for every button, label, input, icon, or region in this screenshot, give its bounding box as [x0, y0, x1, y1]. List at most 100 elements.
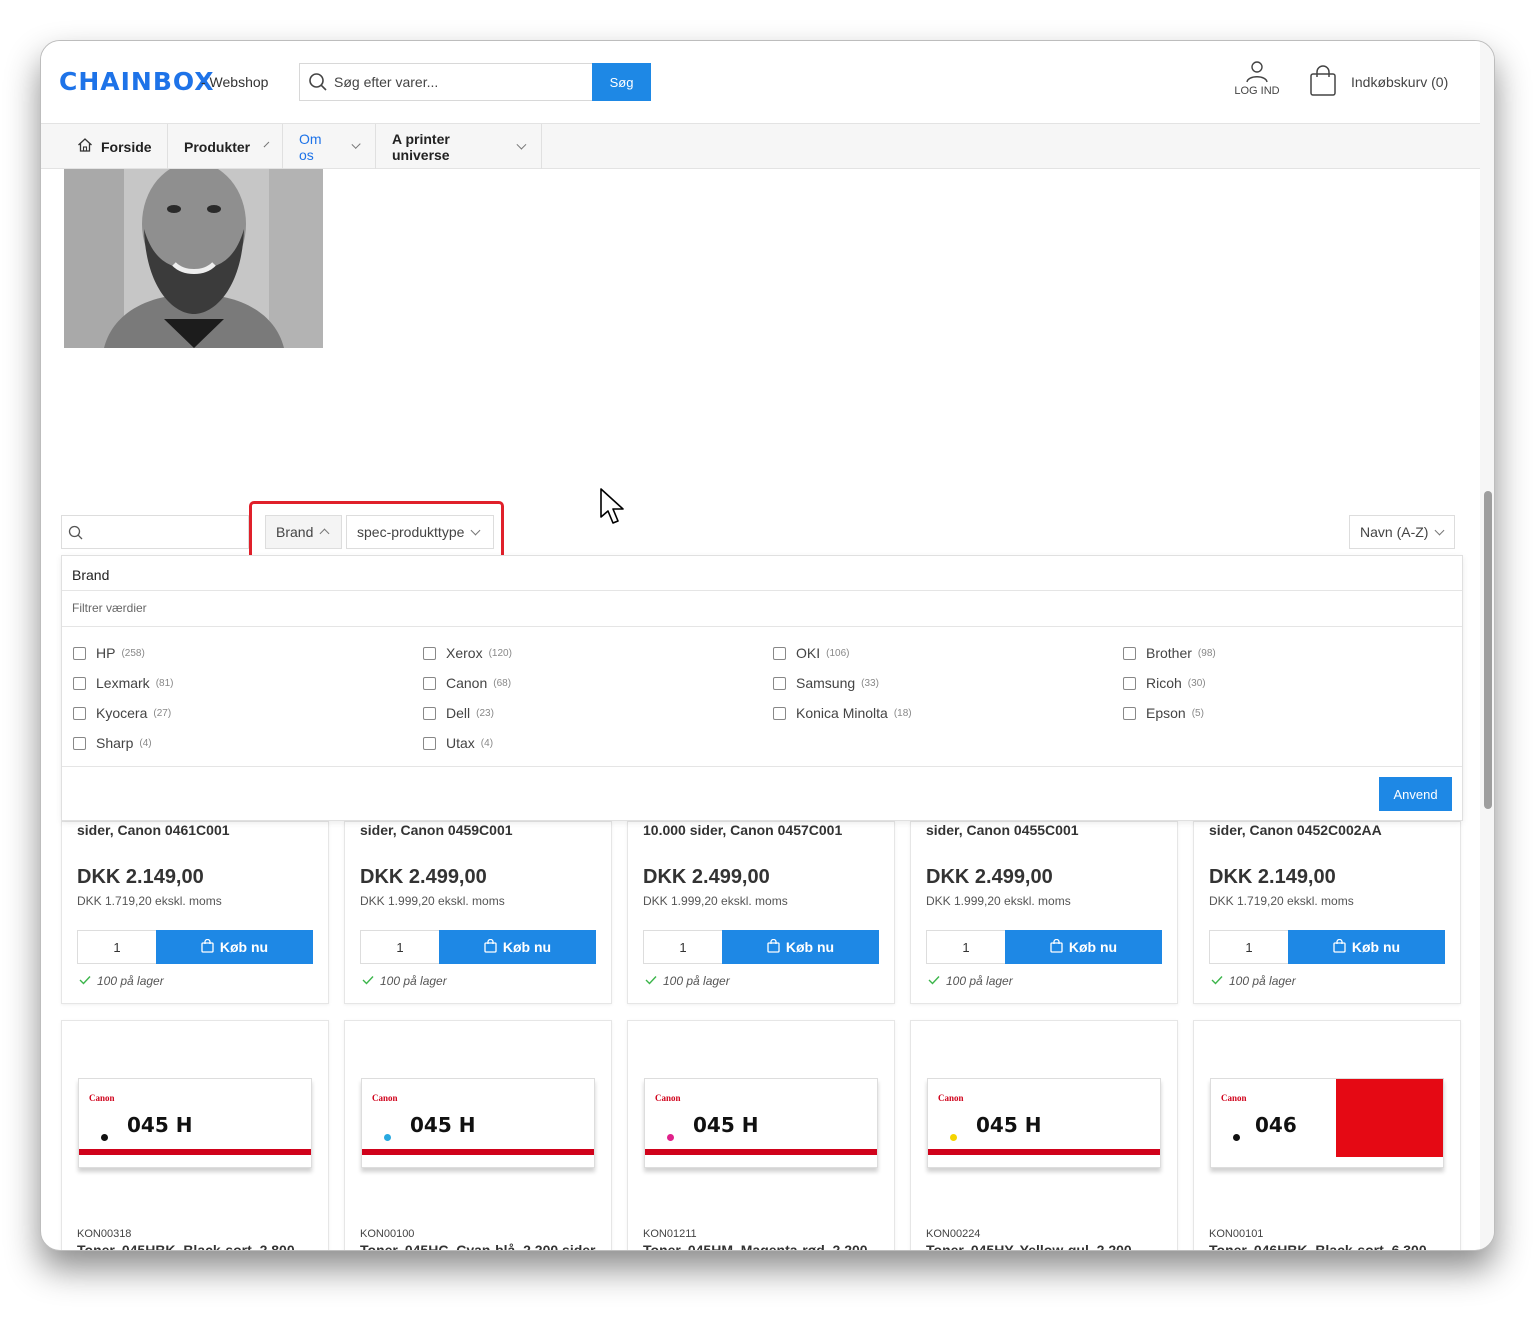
- product-price: DKK 2.499,00: [643, 866, 770, 888]
- checkbox[interactable]: [773, 676, 786, 690]
- color-dot: [667, 1134, 674, 1141]
- product-image[interactable]: Canon 045 H: [644, 1078, 878, 1168]
- product-filter-search[interactable]: [61, 515, 249, 549]
- quantity-input[interactable]: [926, 930, 1006, 964]
- checkbox[interactable]: [73, 676, 86, 690]
- search-input[interactable]: [334, 70, 584, 94]
- brand-filter-input[interactable]: [62, 590, 1462, 626]
- brand-option-sharp[interactable]: Sharp (4): [73, 735, 152, 751]
- checkbox[interactable]: [73, 646, 86, 660]
- sort-dropdown[interactable]: Navn (A-Z): [1349, 515, 1455, 549]
- stock-status: 100 på lager: [928, 974, 1013, 988]
- product-card: Canon 045 H KON00100 Toner, 045HC, Cyan-…: [344, 1020, 612, 1250]
- stock-label: 100 på lager: [946, 974, 1013, 988]
- product-name[interactable]: sider, Canon 0455C001: [926, 822, 1079, 838]
- brand-option-brother[interactable]: Brother (98): [1123, 645, 1216, 661]
- option-label: Samsung: [796, 675, 856, 691]
- option-count: (33): [861, 677, 879, 689]
- buy-now-button[interactable]: Køb nu: [1288, 930, 1445, 964]
- cart-link[interactable]: Indkøbskurv (0): [1309, 64, 1448, 99]
- webshop-tagline: - Webshop: [201, 74, 269, 90]
- brand-option-oki[interactable]: OKI (106): [773, 645, 849, 661]
- buy-now-button[interactable]: Køb nu: [156, 930, 313, 964]
- apply-button[interactable]: Anvend: [1379, 777, 1452, 811]
- chevron-down-icon: [516, 139, 527, 150]
- product-image[interactable]: Canon 045 H: [927, 1078, 1161, 1168]
- brand-option-lexmark[interactable]: Lexmark (81): [73, 675, 173, 691]
- quantity-input[interactable]: [360, 930, 440, 964]
- shopping-bag-icon: [484, 938, 497, 956]
- shopping-bag-icon: [1050, 938, 1063, 956]
- product-name[interactable]: sider, Canon 0461C001: [77, 822, 230, 838]
- option-label: Canon: [446, 675, 488, 691]
- quantity-input[interactable]: [77, 930, 157, 964]
- divider: [62, 626, 1462, 627]
- product-name[interactable]: Toner, 045HBK, Black-sort, 2.800: [77, 1242, 295, 1250]
- check-icon: [79, 974, 91, 988]
- product-card: 10.000 sider, Canon 0457C001 DKK 2.499,0…: [627, 821, 895, 1004]
- brand-option-dell[interactable]: Dell (23): [423, 705, 494, 721]
- color-dot: [384, 1134, 391, 1141]
- nav-item-forside[interactable]: Forside: [61, 124, 168, 169]
- brand-option-epson[interactable]: Epson (5): [1123, 705, 1204, 721]
- brand-option-kyocera[interactable]: Kyocera (27): [73, 705, 171, 721]
- product-image[interactable]: Canon 045 H: [78, 1078, 312, 1168]
- checkbox[interactable]: [73, 736, 86, 750]
- checkbox[interactable]: [423, 706, 436, 720]
- product-image[interactable]: Canon 045 H: [361, 1078, 595, 1168]
- option-label: Konica Minolta: [796, 705, 888, 721]
- brand-option-xerox[interactable]: Xerox (120): [423, 645, 512, 661]
- product-price: DKK 2.149,00: [1209, 866, 1336, 888]
- option-count: (23): [476, 707, 494, 719]
- brand-option-ricoh[interactable]: Ricoh (30): [1123, 675, 1206, 691]
- login-link[interactable]: LOG IND: [1231, 59, 1283, 97]
- product-name[interactable]: Toner, 045HC, Cyan-blå, 2.200 sider: [360, 1242, 596, 1250]
- nav-label: Om os: [299, 130, 322, 163]
- product-image[interactable]: Canon 046: [1210, 1078, 1444, 1168]
- chainbox-logo[interactable]: CHAINBOX: [59, 67, 215, 96]
- box-model: 046: [1255, 1113, 1297, 1137]
- check-icon: [928, 974, 940, 988]
- nav-item-om-os[interactable]: Om os: [283, 124, 376, 169]
- stock-label: 100 på lager: [97, 974, 164, 988]
- checkbox[interactable]: [1123, 646, 1136, 660]
- login-label: LOG IND: [1234, 85, 1280, 97]
- buy-now-button[interactable]: Køb nu: [439, 930, 596, 964]
- buy-now-button[interactable]: Køb nu: [722, 930, 879, 964]
- quantity-input[interactable]: [643, 930, 723, 964]
- product-sku: KON01211: [643, 1228, 697, 1240]
- product-price-ex-vat: DKK 1.999,20 ekskl. moms: [643, 894, 788, 908]
- checkbox[interactable]: [423, 676, 436, 690]
- brand-option-samsung[interactable]: Samsung (33): [773, 675, 879, 691]
- checkbox[interactable]: [1123, 676, 1136, 690]
- product-name[interactable]: sider, Canon 0452C002AA: [1209, 822, 1382, 838]
- checkbox[interactable]: [423, 646, 436, 660]
- product-name[interactable]: sider, Canon 0459C001: [360, 822, 513, 838]
- product-name[interactable]: Toner, 045HY, Yellow-gul, 2.200: [926, 1242, 1132, 1250]
- checkbox[interactable]: [73, 706, 86, 720]
- search-button[interactable]: Søg: [592, 63, 651, 101]
- product-card: Canon 045 H KON00224 Toner, 045HY, Yello…: [910, 1020, 1178, 1250]
- brand-option-utax[interactable]: Utax (4): [423, 735, 493, 751]
- stock-label: 100 på lager: [663, 974, 730, 988]
- nav-label: Forside: [101, 138, 152, 155]
- product-card: Canon 046 KON00101 Toner, 046HBK, Black-…: [1193, 1020, 1461, 1250]
- checkbox[interactable]: [423, 736, 436, 750]
- quantity-input[interactable]: [1209, 930, 1289, 964]
- option-label: Brother: [1146, 645, 1192, 661]
- brand-option-canon[interactable]: Canon (68): [423, 675, 511, 691]
- checkbox[interactable]: [773, 646, 786, 660]
- product-name[interactable]: 10.000 sider, Canon 0457C001: [643, 822, 842, 838]
- scrollbar-thumb[interactable]: [1484, 491, 1492, 809]
- product-name[interactable]: Toner, 046HBK, Black-sort, 6.300: [1209, 1242, 1427, 1250]
- brand-option-konica-minolta[interactable]: Konica Minolta (18): [773, 705, 912, 721]
- checkbox[interactable]: [773, 706, 786, 720]
- product-name[interactable]: Toner, 045HM, Magenta-rød, 2.200: [643, 1242, 868, 1250]
- brand-option-hp[interactable]: HP (258): [73, 645, 145, 661]
- checkbox[interactable]: [1123, 706, 1136, 720]
- color-dot: [950, 1134, 957, 1141]
- nav-item-produkter[interactable]: Produkter: [168, 124, 283, 169]
- buy-now-button[interactable]: Køb nu: [1005, 930, 1162, 964]
- box-model: 045 H: [693, 1113, 759, 1137]
- nav-item-a-printer-universe[interactable]: A printer universe: [376, 124, 542, 169]
